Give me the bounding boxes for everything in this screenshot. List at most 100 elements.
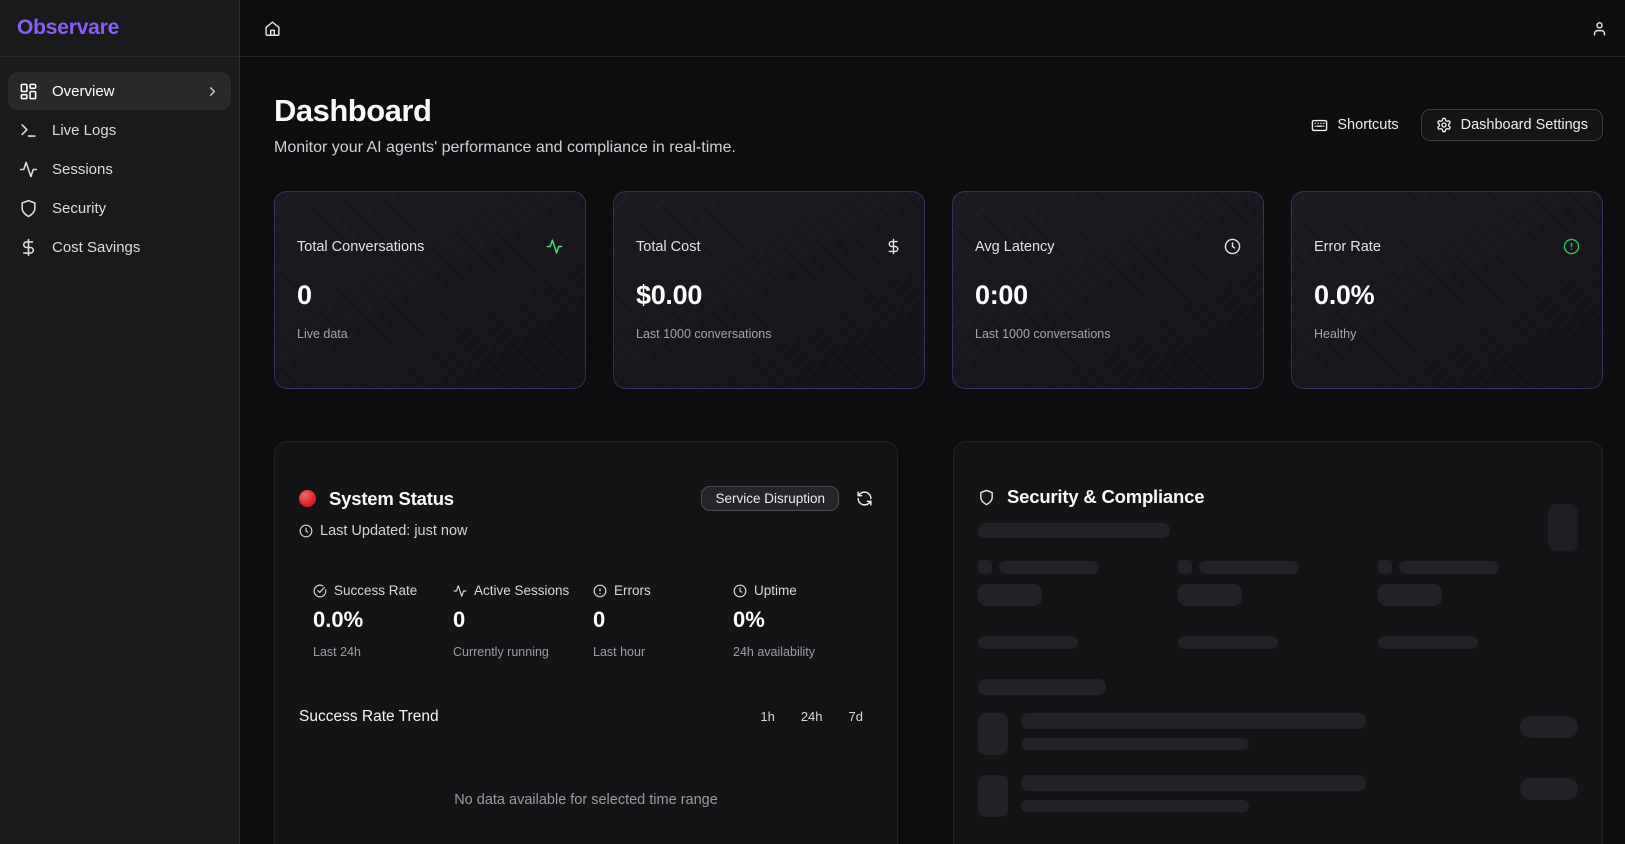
skeleton-stat-column — [978, 560, 1178, 649]
stat-subtext: Last hour — [593, 645, 646, 659]
skeleton-label-bar — [999, 560, 1099, 574]
metric-card-total-conversations: Total Conversations 0 Live data — [274, 191, 586, 389]
sidebar: Observare Overview Live Logs Sessions Se… — [0, 0, 240, 844]
stat-label: Active Sessions — [474, 583, 570, 598]
activity-icon — [453, 584, 467, 598]
skeleton-sub-bar — [978, 636, 1078, 649]
skeleton-line — [1021, 738, 1249, 750]
skeleton-value-bar — [978, 584, 1042, 606]
shortcuts-button[interactable]: Shortcuts — [1299, 110, 1410, 141]
metric-value: 0.0% — [1314, 280, 1375, 310]
skeleton-label-bar — [1199, 560, 1299, 574]
metric-title: Total Cost — [636, 238, 701, 255]
chevron-right-icon — [205, 84, 220, 99]
stat-value: 0 — [593, 607, 606, 632]
skeleton-corner-block — [1548, 504, 1578, 551]
lower-panels: System Status Service Disruption Last Up… — [274, 441, 1603, 844]
skeleton-value-bar — [1378, 584, 1442, 606]
user-icon[interactable] — [1591, 20, 1608, 37]
skeleton-list — [978, 713, 1578, 817]
clock-icon — [733, 584, 747, 598]
trend-title: Success Rate Trend — [299, 707, 439, 725]
page-header-text: Dashboard Monitor your AI agents' perfor… — [274, 93, 736, 157]
brand-logo: Observare — [17, 16, 120, 39]
stat-subtext: 24h availability — [733, 645, 815, 659]
metric-title: Avg Latency — [975, 238, 1055, 255]
skeleton-list-item — [978, 713, 1578, 755]
last-updated-text: Last Updated: just now — [320, 523, 468, 539]
skeleton-list-item — [978, 775, 1578, 817]
dashboard-icon — [19, 82, 38, 101]
refresh-icon[interactable] — [856, 490, 873, 507]
sidebar-item-overview[interactable]: Overview — [8, 72, 231, 110]
skeleton-avatar — [978, 713, 1008, 755]
skeleton-value-bar — [1178, 584, 1242, 606]
status-badge: Service Disruption — [701, 486, 839, 511]
metric-value: 0:00 — [975, 280, 1028, 310]
range-button-7d[interactable]: 7d — [839, 705, 873, 728]
terminal-icon — [19, 121, 38, 140]
security-title: Security & Compliance — [1007, 486, 1205, 507]
sidebar-item-security[interactable]: Security — [8, 189, 231, 227]
range-button-24h[interactable]: 24h — [791, 705, 833, 728]
stat-label: Success Rate — [334, 583, 418, 598]
app-window: Observare Overview Live Logs Sessions Se… — [0, 0, 1625, 844]
sidebar-nav: Overview Live Logs Sessions Security Cos… — [0, 57, 239, 281]
skeleton-pill — [1520, 716, 1578, 738]
skeleton-text-lines — [1021, 713, 1507, 750]
status-stats: Success Rate 0.0% Last 24h Active Sessio… — [299, 583, 873, 659]
metric-value: $0.00 — [636, 280, 703, 310]
metric-card-avg-latency: Avg Latency 0:00 Last 1000 conversations — [952, 191, 1264, 389]
page-header: Dashboard Monitor your AI agents' perfor… — [274, 93, 1603, 157]
dollar-icon — [885, 238, 902, 255]
logo-area: Observare — [0, 0, 239, 57]
skeleton-stat-column — [1178, 560, 1378, 649]
alert-circle-icon — [1563, 238, 1580, 255]
metric-subtext: Last 1000 conversations — [636, 327, 772, 341]
dollar-icon — [19, 238, 38, 257]
topbar — [240, 0, 1625, 57]
metric-subtext: Healthy — [1314, 327, 1357, 341]
sidebar-item-label: Cost Savings — [52, 238, 141, 256]
stat-value: 0 — [453, 607, 466, 632]
skeleton-label-bar — [1399, 560, 1499, 574]
range-button-1h[interactable]: 1h — [750, 705, 784, 728]
sidebar-item-sessions[interactable]: Sessions — [8, 150, 231, 188]
chart-empty-message: No data available for selected time rang… — [454, 792, 718, 808]
stat-subtext: Currently running — [453, 645, 549, 659]
alert-circle-icon — [593, 584, 607, 598]
metric-subtext: Live data — [297, 327, 348, 341]
last-updated: Last Updated: just now — [299, 523, 873, 539]
dashboard-settings-button-label: Dashboard Settings — [1460, 117, 1588, 133]
dashboard-settings-button[interactable]: Dashboard Settings — [1420, 109, 1603, 141]
skeleton-line — [1021, 775, 1366, 791]
skeleton-square — [1378, 560, 1392, 574]
shield-icon — [978, 489, 995, 506]
sidebar-item-label: Live Logs — [52, 121, 117, 139]
skeleton-pill — [1520, 778, 1578, 800]
metric-card-total-cost: Total Cost $0.00 Last 1000 conversations — [613, 191, 925, 389]
check-circle-icon — [313, 584, 327, 598]
skeleton-subtitle-bar — [978, 523, 1170, 538]
metric-card-error-rate: Error Rate 0.0% Healthy — [1291, 191, 1603, 389]
home-icon[interactable] — [264, 20, 281, 37]
skeleton-sub-bar — [1378, 636, 1478, 649]
skeleton-square — [1178, 560, 1192, 574]
stat-subtext: Last 24h — [313, 645, 361, 659]
clock-icon — [1224, 238, 1241, 255]
gear-icon — [1436, 117, 1452, 133]
stat-value: 0.0% — [313, 607, 364, 632]
skeleton-stats — [978, 560, 1578, 649]
sidebar-item-cost-savings[interactable]: Cost Savings — [8, 228, 231, 266]
stat-label: Errors — [614, 583, 651, 598]
keyboard-icon — [1311, 117, 1328, 134]
trend-range-buttons: 1h 24h 7d — [750, 705, 873, 728]
shield-icon — [19, 199, 38, 218]
system-status-card: System Status Service Disruption Last Up… — [274, 441, 898, 844]
main-area: Dashboard Monitor your AI agents' perfor… — [240, 0, 1625, 844]
page-subtitle: Monitor your AI agents' performance and … — [274, 139, 736, 156]
header-actions: Shortcuts Dashboard Settings — [1299, 109, 1603, 141]
sidebar-item-label: Sessions — [52, 160, 113, 178]
status-dot — [299, 490, 316, 507]
sidebar-item-live-logs[interactable]: Live Logs — [8, 111, 231, 149]
